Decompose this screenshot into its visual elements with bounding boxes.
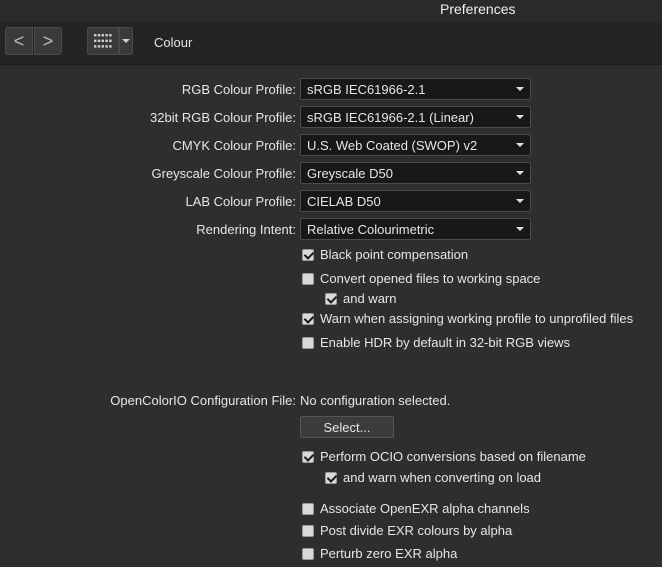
associate-exr-alpha-checkbox[interactable]: Associate OpenEXR alpha channels [302, 501, 530, 516]
checkbox-label: and warn when converting on load [343, 470, 542, 485]
checkbox-box [325, 471, 337, 484]
lab-profile-label: LAB Colour Profile: [185, 194, 296, 209]
select-config-button[interactable]: Select... [300, 416, 394, 438]
ocio-filename-checkbox[interactable]: Perform OCIO conversions based on filena… [302, 449, 586, 464]
rgb-profile-label: RGB Colour Profile: [181, 82, 296, 97]
checkbox-box [302, 312, 314, 325]
checkbox-label: Associate OpenEXR alpha channels [320, 501, 530, 516]
chevron-down-icon [516, 115, 524, 119]
chevron-down-icon [516, 171, 524, 175]
rendering-intent-select[interactable]: Relative Colourimetric [300, 218, 531, 240]
back-button[interactable]: < [5, 27, 33, 55]
black-point-compensation-checkbox[interactable]: Black point compensation [302, 247, 468, 262]
rgb32-profile-label: 32bit RGB Colour Profile: [150, 110, 296, 125]
checkbox-label: Warn when assigning working profile to u… [320, 311, 634, 326]
ocio-warn-on-load-checkbox[interactable]: and warn when converting on load [325, 470, 541, 485]
toolbar: < > [0, 22, 662, 65]
rgb-profile-value: sRGB IEC61966-2.1 [307, 82, 426, 97]
chevron-down-icon [516, 227, 524, 231]
chevron-right-icon: > [42, 30, 54, 51]
section-title: Colour [154, 35, 193, 50]
checkbox-box [302, 272, 314, 285]
greyscale-profile-value: Greyscale D50 [307, 166, 393, 181]
forward-button[interactable]: > [34, 27, 62, 55]
section-menu-button[interactable] [119, 27, 133, 55]
rgb-profile-select[interactable]: sRGB IEC61966-2.1 [300, 78, 531, 100]
perturb-zero-alpha-checkbox[interactable]: Perturb zero EXR alpha [302, 546, 457, 561]
ocio-config-value: No configuration selected. [300, 393, 451, 408]
post-divide-exr-checkbox[interactable]: Post divide EXR colours by alpha [302, 523, 512, 538]
greyscale-profile-select[interactable]: Greyscale D50 [300, 162, 531, 184]
checkbox-box [302, 450, 314, 463]
checkbox-box [325, 292, 337, 305]
window-title: Preferences [440, 1, 516, 17]
cmyk-profile-label: CMYK Colour Profile: [172, 138, 296, 153]
and-warn-checkbox[interactable]: and warn [325, 291, 396, 306]
convert-opened-files-checkbox[interactable]: Convert opened files to working space [302, 271, 540, 286]
chevron-left-icon: < [13, 30, 25, 51]
checkbox-label: Post divide EXR colours by alpha [320, 523, 513, 538]
checkbox-label: and warn [343, 291, 397, 306]
checkbox-box [302, 248, 314, 261]
checkbox-box [302, 502, 314, 515]
checkbox-label: Black point compensation [320, 247, 469, 262]
checkbox-box [302, 336, 314, 349]
greyscale-profile-label: Greyscale Colour Profile: [151, 166, 297, 181]
cmyk-profile-value: U.S. Web Coated (SWOP) v2 [307, 138, 478, 153]
checkbox-box [302, 547, 314, 560]
grid-icon [94, 34, 112, 48]
checkbox-label: Convert opened files to working space [320, 271, 541, 286]
lab-profile-value: CIELAB D50 [307, 194, 381, 209]
rgb32-profile-value: sRGB IEC61966-2.1 (Linear) [307, 110, 474, 125]
rendering-intent-value: Relative Colourimetric [307, 222, 435, 237]
checkbox-label: Perform OCIO conversions based on filena… [320, 449, 586, 464]
title-bar: Preferences [0, 0, 662, 22]
chevron-down-icon [516, 87, 524, 91]
checkbox-label: Perturb zero EXR alpha [320, 546, 458, 561]
checkbox-label: Enable HDR by default in 32-bit RGB view… [320, 335, 571, 350]
select-config-button-label: Select... [323, 419, 371, 435]
checkbox-box [302, 524, 314, 537]
cmyk-profile-select[interactable]: U.S. Web Coated (SWOP) v2 [300, 134, 531, 156]
enable-hdr-checkbox[interactable]: Enable HDR by default in 32-bit RGB view… [302, 335, 570, 350]
chevron-down-icon [122, 39, 130, 43]
lab-profile-select[interactable]: CIELAB D50 [300, 190, 531, 212]
show-all-button[interactable] [87, 27, 119, 55]
rgb32-profile-select[interactable]: sRGB IEC61966-2.1 (Linear) [300, 106, 531, 128]
warn-unprofiled-checkbox[interactable]: Warn when assigning working profile to u… [302, 311, 633, 326]
ocio-config-label: OpenColorIO Configuration File: [110, 393, 296, 408]
rendering-intent-label: Rendering Intent: [196, 222, 296, 237]
chevron-down-icon [516, 199, 524, 203]
chevron-down-icon [516, 143, 524, 147]
